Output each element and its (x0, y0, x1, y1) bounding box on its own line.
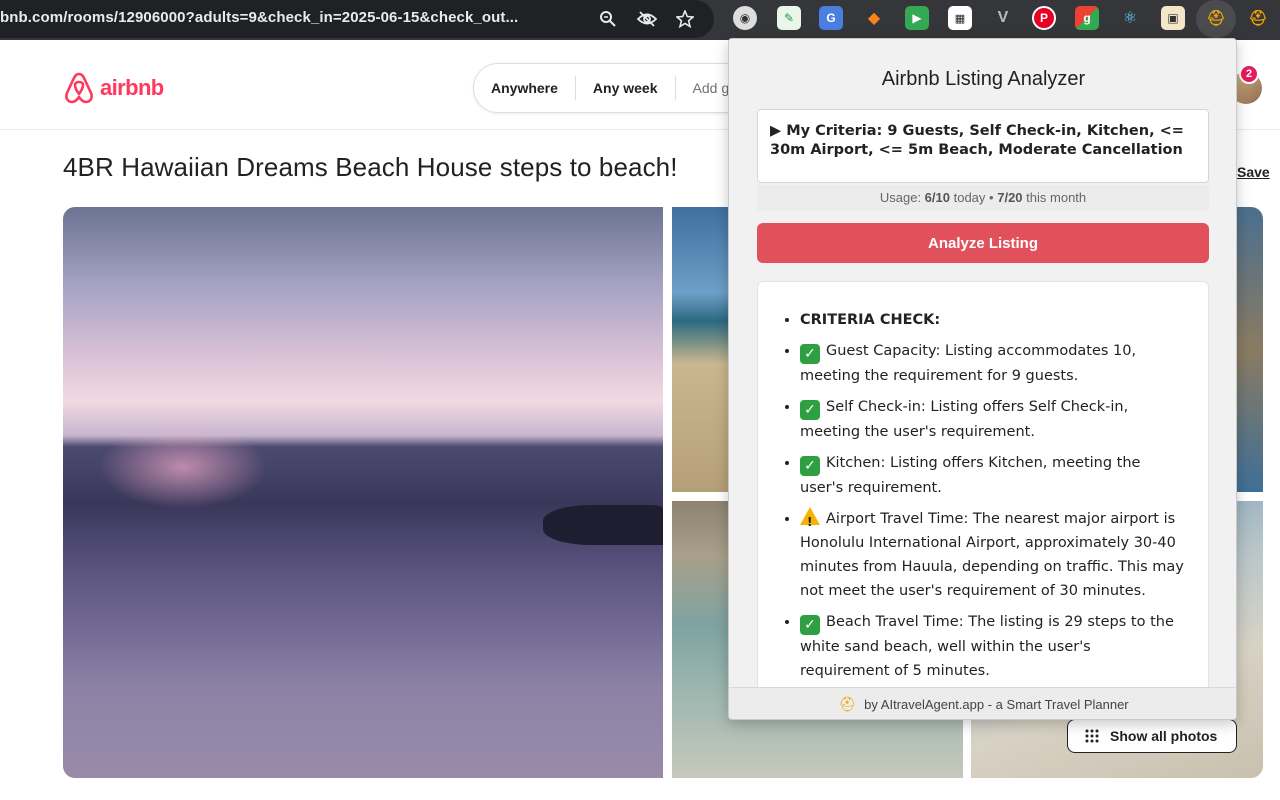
pinterest-icon[interactable]: P (1032, 6, 1056, 30)
result-text: Kitchen: Listing offers Kitchen, meeting… (800, 455, 1141, 496)
show-all-photos-button[interactable]: Show all photos (1067, 719, 1237, 753)
url-text[interactable]: bnb.com/rooms/12906000?adults=9&check_in… (0, 9, 590, 26)
result-text: Beach Travel Time: The listing is 29 ste… (800, 614, 1174, 679)
result-text: Guest Capacity: Listing accommodates 10,… (800, 343, 1137, 384)
result-text: Airport Travel Time: The nearest major a… (800, 511, 1184, 599)
popup-footer: ⛑ by AItravelAgent.app - a Smart Travel … (729, 687, 1236, 719)
translate-icon[interactable]: G (819, 6, 843, 30)
result-guest-capacity: ✓Guest Capacity: Listing accommodates 10… (800, 339, 1184, 388)
usage-month-suffix: this month (1026, 190, 1087, 205)
analyze-listing-button[interactable]: Analyze Listing (757, 223, 1209, 263)
criteria-check-list: CRITERIA CHECK: ✓Guest Capacity: Listing… (800, 308, 1184, 683)
show-all-photos-label: Show all photos (1110, 728, 1218, 744)
bookmark-star-icon[interactable] (674, 8, 696, 30)
react-icon[interactable]: ⚛ (1118, 6, 1142, 30)
usage-today-count: 6/10 (924, 190, 950, 205)
result-kitchen: ✓Kitchen: Listing offers Kitchen, meetin… (800, 451, 1184, 500)
search-anywhere[interactable]: Anywhere (474, 80, 575, 96)
result-beach-travel: ✓Beach Travel Time: The listing is 29 st… (800, 610, 1184, 683)
qr-code-icon[interactable]: ▦ (948, 6, 972, 30)
result-self-check-in: ✓Self Check-in: Listing offers Self Chec… (800, 395, 1184, 444)
analysis-results[interactable]: CRITERIA CHECK: ✓Guest Capacity: Listing… (757, 281, 1209, 693)
notification-badge: 2 (1239, 64, 1259, 84)
usage-label: Usage: (879, 190, 922, 205)
result-text: Self Check-in: Listing offers Self Check… (800, 399, 1129, 440)
criteria-summary-toggle[interactable]: ▶ My Criteria: 9 Guests, Self Check-in, … (757, 109, 1209, 183)
aitravelagent-icon[interactable]: ⛑ (1204, 6, 1228, 30)
metamask-icon[interactable]: ◆ (862, 6, 886, 30)
address-bar[interactable]: bnb.com/rooms/12906000?adults=9&check_in… (0, 0, 714, 38)
criteria-check-heading: CRITERIA CHECK: (800, 308, 1184, 332)
eye-off-icon[interactable] (636, 8, 658, 30)
airbnb-logo-icon (65, 72, 93, 104)
zoom-icon[interactable] (597, 8, 619, 30)
result-airport-travel: Airport Travel Time: The nearest major a… (800, 507, 1184, 603)
check-mark-icon: ✓ (800, 344, 820, 364)
airbnb-logo[interactable]: airbnb (63, 71, 164, 105)
scanner-icon[interactable]: ▣ (1161, 6, 1185, 30)
aitravelagent-logo-icon: ⛑ (838, 696, 857, 712)
warning-icon (800, 507, 820, 534)
save-button[interactable]: Save (1237, 164, 1270, 180)
listing-photo-2[interactable] (672, 207, 732, 492)
evernote-icon[interactable]: ✎ (777, 6, 801, 30)
video-icon[interactable]: ▶ (905, 6, 929, 30)
check-mark-icon: ✓ (800, 400, 820, 420)
footer-credit[interactable]: by AItravelAgent.app - a Smart Travel Pl… (864, 697, 1128, 712)
listing-photo-3[interactable] (1237, 207, 1263, 492)
check-mark-icon: ✓ (800, 615, 820, 635)
main-listing-photo[interactable] (63, 207, 663, 778)
profile-icon[interactable]: ⛑ (1246, 6, 1270, 30)
airbnb-wordmark: airbnb (100, 75, 164, 100)
popup-title: Airbnb Listing Analyzer (881, 68, 1086, 90)
usage-separator: • (989, 190, 994, 205)
usage-stats: Usage: 6/10 today • 7/20 this month (757, 185, 1209, 211)
usage-month-count: 7/20 (997, 190, 1023, 205)
grid-icon (1085, 729, 1099, 743)
google-icon[interactable]: g (1075, 6, 1099, 30)
vue-icon[interactable]: V (991, 6, 1015, 30)
usage-today-suffix: today (953, 190, 986, 205)
listing-title: 4BR Hawaiian Dreams Beach House steps to… (63, 152, 678, 182)
chrome-icon[interactable]: ◉ (733, 6, 757, 30)
search-any-week[interactable]: Any week (576, 80, 675, 96)
browser-toolbar: bnb.com/rooms/12906000?adults=9&check_in… (0, 0, 1280, 40)
listing-analyzer-popup: Airbnb Listing Analyzer ▶ My Criteria: 9… (728, 38, 1237, 720)
check-mark-icon: ✓ (800, 456, 820, 476)
